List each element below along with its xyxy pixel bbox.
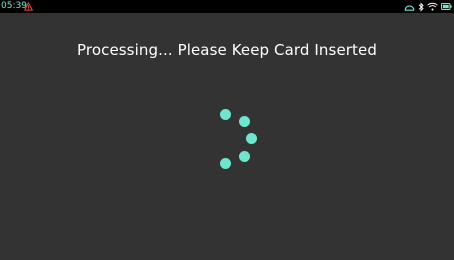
status-icons — [404, 1, 452, 12]
wifi-icon — [427, 2, 438, 11]
processing-message: Processing... Please Keep Card Inserted — [77, 41, 377, 59]
spinner-dot — [220, 158, 231, 169]
spinner-dot — [239, 151, 250, 162]
battery-icon — [441, 3, 452, 10]
spinner-dot — [239, 116, 250, 127]
loading-spinner-icon — [0, 0, 454, 260]
bluetooth-icon — [418, 1, 424, 12]
warning-triangle-icon — [24, 2, 33, 11]
spinner-dot — [246, 133, 257, 144]
processing-screen: 05:39 Processing... Please Keep Card Ins… — [0, 0, 454, 260]
dashboard-icon — [404, 4, 415, 11]
status-bar: 05:39 — [0, 0, 454, 13]
spinner-dot — [220, 109, 231, 120]
